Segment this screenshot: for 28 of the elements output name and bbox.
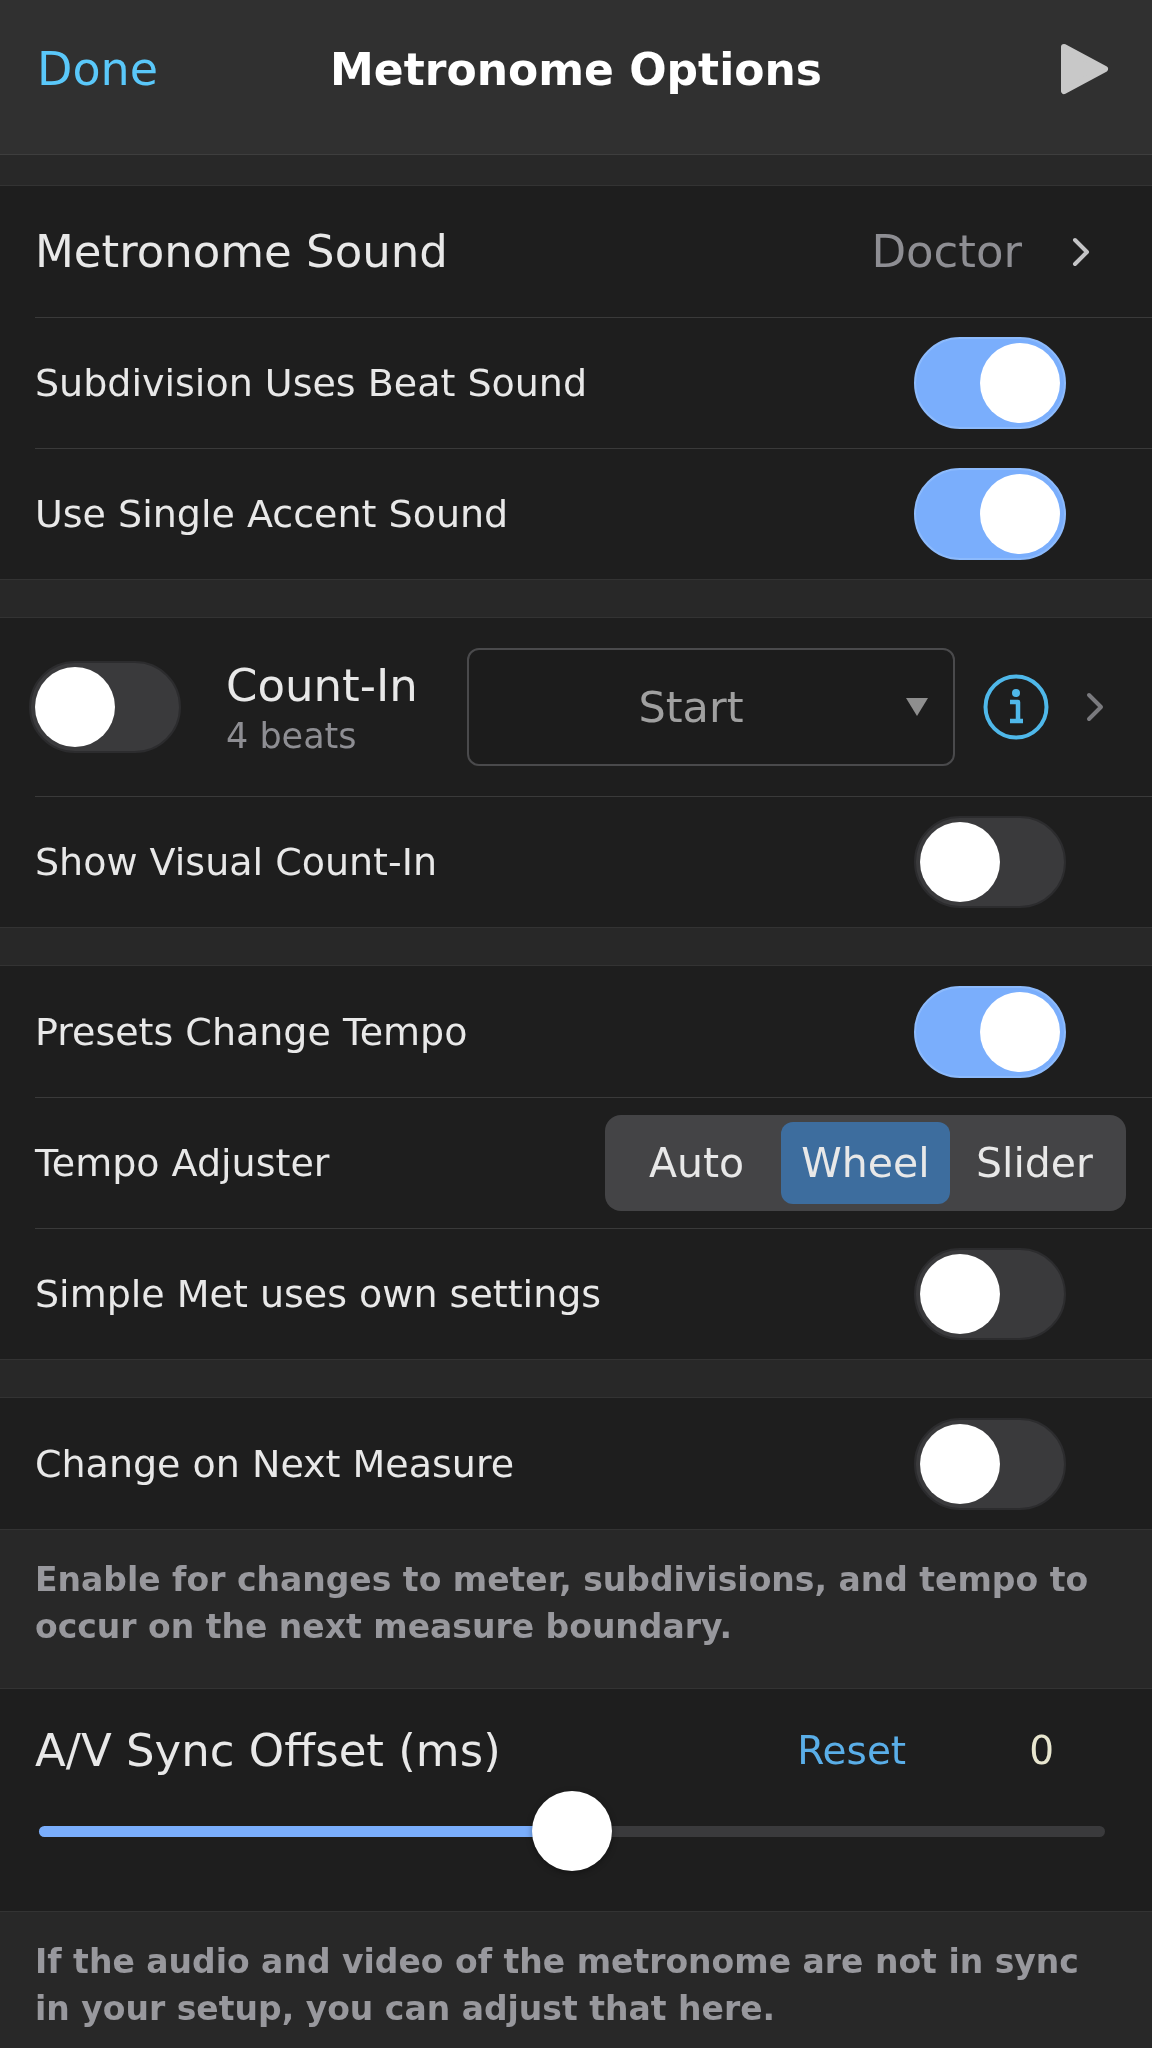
segment-option[interactable]: Slider <box>950 1122 1119 1204</box>
segment-option[interactable]: Wheel <box>781 1122 950 1204</box>
setting-label: A/V Sync Offset (ms) <box>35 1723 501 1777</box>
reset-link[interactable]: Reset <box>797 1727 907 1773</box>
setting-label: Simple Met uses own settings <box>35 1272 602 1316</box>
setting-label: Tempo Adjuster <box>35 1141 330 1185</box>
info-icon[interactable] <box>983 674 1049 740</box>
window-title: Metronome Options <box>330 43 822 95</box>
setting-label: Presets Change Tempo <box>35 1009 468 1054</box>
setting-label: Count-In <box>226 658 418 712</box>
done-button[interactable]: Done <box>37 42 159 96</box>
chevron-icon[interactable] <box>1086 692 1104 722</box>
setting-sublabel: 4 beats <box>226 715 358 756</box>
setting-label: Change on Next Measure <box>35 1441 515 1486</box>
play-icon[interactable] <box>1059 42 1109 96</box>
setting-value: Doctor <box>871 225 1022 278</box>
dropdown-select[interactable]: Start <box>467 648 955 766</box>
setting-label: Metronome Sound <box>35 225 448 278</box>
setting-label: Subdivision Uses Beat Sound <box>35 361 588 405</box>
setting-label: Use Single Accent Sound <box>35 492 509 536</box>
slider-track[interactable] <box>39 1791 1105 1871</box>
footer-note: Enable for changes to meter, subdivisions, and tempo to occur on the next measure boundary. <box>34 1559 1090 1648</box>
chevron-icon[interactable] <box>1072 236 1090 267</box>
offset-value: 0 <box>1029 1727 1054 1773</box>
footer-note: If the audio and video of the metronome are not in sync in your setup, you can adjust that here. <box>34 1941 1080 2030</box>
segment-option[interactable]: Auto <box>612 1122 781 1204</box>
setting-label: Show Visual Count-In <box>35 840 437 884</box>
caret-icon <box>905 697 929 717</box>
